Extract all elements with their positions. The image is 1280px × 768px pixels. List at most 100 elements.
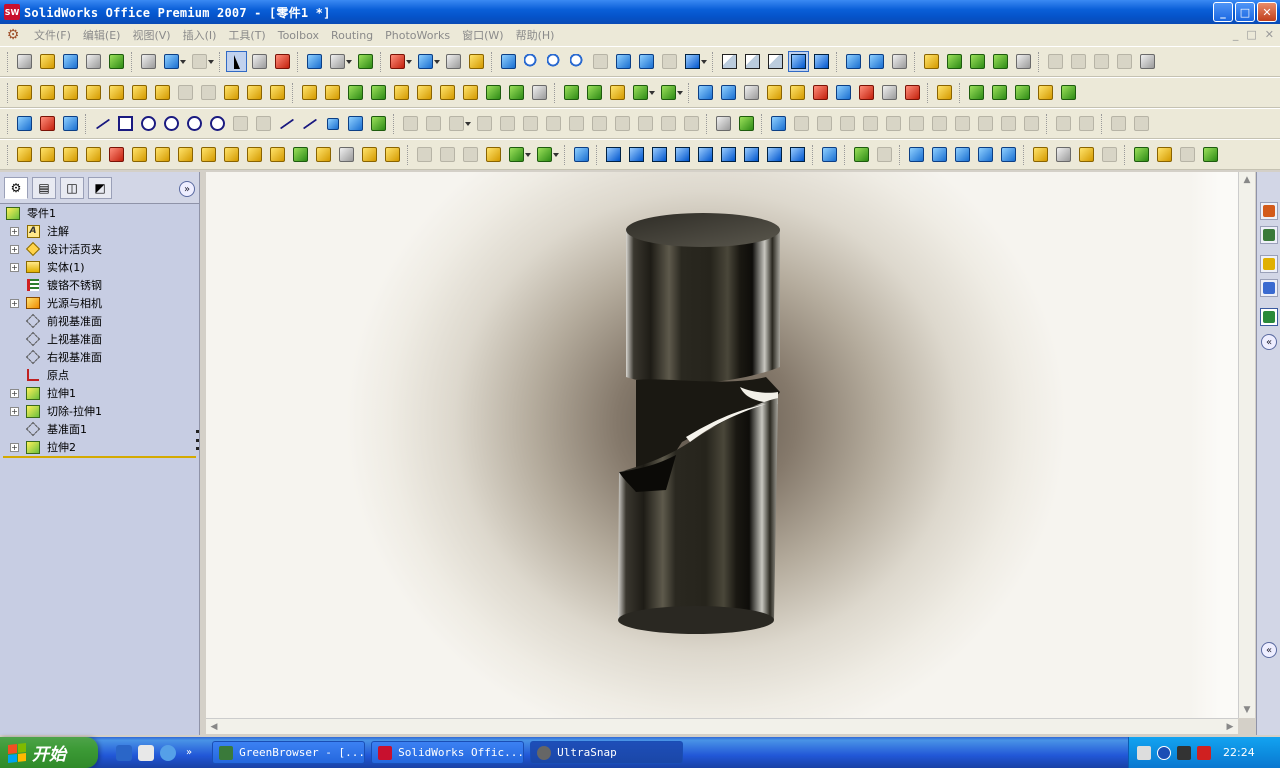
trim-extend-icon[interactable] bbox=[1012, 82, 1033, 103]
save-icon[interactable] bbox=[60, 51, 81, 72]
offset-entities-icon[interactable] bbox=[446, 113, 471, 134]
convert-entities-icon[interactable] bbox=[345, 113, 366, 134]
chamfer-icon[interactable] bbox=[244, 82, 265, 103]
menu-window[interactable]: 窗口(W) bbox=[456, 27, 509, 43]
axis-visibility-icon[interactable] bbox=[944, 51, 965, 72]
welded-corner-icon[interactable] bbox=[952, 113, 973, 134]
move-entities-icon[interactable] bbox=[566, 113, 587, 134]
ellipse-icon[interactable] bbox=[658, 113, 679, 134]
repair-sketch-icon[interactable] bbox=[713, 113, 734, 134]
menu-view[interactable]: 视图(V) bbox=[126, 27, 176, 43]
render-to-file-icon[interactable] bbox=[906, 144, 927, 165]
render-region-icon[interactable] bbox=[874, 144, 895, 165]
mid-surface-icon[interactable] bbox=[267, 144, 288, 165]
shadows-icon[interactable] bbox=[843, 51, 864, 72]
surface-tool-icon[interactable] bbox=[1091, 51, 1112, 72]
close-button[interactable]: ✕ bbox=[1257, 2, 1277, 22]
display-relations-icon[interactable] bbox=[423, 113, 444, 134]
photoworks-items-tab-icon[interactable] bbox=[1260, 308, 1278, 326]
revolved-surface-icon[interactable] bbox=[37, 144, 58, 165]
hidden-lines-removed-icon[interactable] bbox=[765, 51, 786, 72]
thicken-icon[interactable] bbox=[437, 144, 458, 165]
hem-icon[interactable] bbox=[860, 113, 881, 134]
surface-tool-icon[interactable] bbox=[1068, 51, 1089, 72]
top-view-icon[interactable] bbox=[695, 144, 716, 165]
materials-icon[interactable] bbox=[929, 144, 950, 165]
roll-view-icon[interactable] bbox=[659, 51, 680, 72]
expand-icon[interactable]: + bbox=[10, 388, 19, 398]
planar-surface-icon[interactable] bbox=[129, 144, 150, 165]
menu-edit[interactable]: 编辑(E) bbox=[77, 27, 127, 43]
graphics-area[interactable] bbox=[206, 172, 1238, 718]
instant3d-icon[interactable] bbox=[355, 51, 376, 72]
trim-entities-icon[interactable] bbox=[474, 113, 495, 134]
antivirus-icon[interactable] bbox=[1197, 745, 1211, 760]
centerpoint-arc-icon[interactable] bbox=[161, 113, 182, 134]
boundary-cut-icon[interactable] bbox=[198, 82, 219, 103]
toolbox-icon[interactable] bbox=[1131, 144, 1152, 165]
miter-flange-icon[interactable] bbox=[837, 113, 858, 134]
radiate-surface-icon[interactable] bbox=[198, 144, 219, 165]
untrim-surface-icon[interactable] bbox=[382, 144, 403, 165]
structural-member-icon[interactable] bbox=[989, 82, 1010, 103]
previous-view-icon[interactable] bbox=[498, 51, 519, 72]
rotate-view-icon[interactable] bbox=[613, 51, 634, 72]
trim-surface-icon[interactable] bbox=[359, 144, 380, 165]
tree-item-front-plane[interactable]: 前视基准面 bbox=[0, 312, 196, 330]
hole-wizard-icon[interactable] bbox=[437, 82, 458, 103]
photoworks-disabled-icon[interactable] bbox=[1099, 144, 1120, 165]
keyboard-icon[interactable] bbox=[1137, 745, 1151, 760]
undo-icon[interactable] bbox=[161, 51, 186, 72]
photoworks-options-icon[interactable] bbox=[1030, 144, 1051, 165]
solidworks-resources-icon[interactable] bbox=[1260, 202, 1278, 220]
scroll-up-arrow-icon[interactable]: ▲ bbox=[1239, 172, 1255, 188]
point-icon[interactable] bbox=[322, 113, 343, 134]
toolbox-browser-icon[interactable] bbox=[1154, 144, 1175, 165]
sketch-icon[interactable] bbox=[14, 113, 35, 134]
cut-with-surface-icon[interactable] bbox=[483, 144, 504, 165]
select-filter-icon[interactable] bbox=[249, 51, 270, 72]
mold-tools-icon[interactable] bbox=[934, 82, 955, 103]
photoworks-studio-icon[interactable] bbox=[1053, 144, 1074, 165]
rectangle-icon[interactable] bbox=[115, 113, 136, 134]
grid-icon[interactable] bbox=[304, 51, 325, 72]
closed-corner-icon[interactable] bbox=[929, 113, 950, 134]
tree-item-right-plane[interactable]: 右视基准面 bbox=[0, 348, 196, 366]
sketch-picture-icon[interactable] bbox=[368, 113, 389, 134]
doc-close-button[interactable]: ✕ bbox=[1265, 28, 1274, 41]
delete-face-icon[interactable] bbox=[290, 144, 311, 165]
window-layout-icon[interactable] bbox=[415, 51, 440, 72]
collapse-task-pane-bottom-icon[interactable]: « bbox=[1261, 642, 1277, 658]
draft-icon[interactable] bbox=[299, 82, 320, 103]
zoom-in-out-icon[interactable] bbox=[567, 51, 588, 72]
surface-tool-icon[interactable] bbox=[1045, 51, 1066, 72]
standard-views-icon[interactable] bbox=[682, 51, 707, 72]
extend-surface-icon[interactable] bbox=[336, 144, 357, 165]
edge-flange-icon[interactable] bbox=[814, 113, 835, 134]
bottom-view-icon[interactable] bbox=[718, 144, 739, 165]
section-view-icon[interactable] bbox=[866, 51, 887, 72]
toolbar-grip[interactable] bbox=[7, 51, 10, 72]
reference-geometry-icon[interactable] bbox=[630, 82, 655, 103]
expand-icon[interactable]: + bbox=[10, 226, 19, 236]
tree-item-design-binder[interactable]: + 设计活页夹 bbox=[0, 240, 196, 258]
tree-item-origin[interactable]: 原点 bbox=[0, 366, 196, 384]
sheet-metal-icon[interactable] bbox=[768, 113, 789, 134]
menu-help[interactable]: 帮助(H) bbox=[510, 27, 561, 43]
equations-icon[interactable] bbox=[810, 82, 831, 103]
expand-icon[interactable]: + bbox=[10, 262, 19, 272]
spell-check-icon[interactable] bbox=[695, 82, 716, 103]
toolbar-grip[interactable] bbox=[7, 144, 10, 165]
photoworks-icon[interactable] bbox=[1137, 51, 1158, 72]
doc-restore-button[interactable]: □ bbox=[1246, 28, 1256, 41]
options-icon[interactable] bbox=[387, 51, 412, 72]
split-entities-icon[interactable] bbox=[520, 113, 541, 134]
start-button[interactable]: 开始 bbox=[0, 737, 98, 768]
thicken-cut-icon[interactable] bbox=[460, 144, 481, 165]
lighting-icon[interactable] bbox=[998, 144, 1019, 165]
sketch-options-icon[interactable] bbox=[327, 51, 352, 72]
clock[interactable]: 22:24 bbox=[1223, 746, 1255, 759]
doc-minimize-button[interactable]: _ bbox=[1233, 28, 1239, 41]
vertical-scrollbar[interactable]: ▲ ▼ bbox=[1238, 172, 1255, 718]
expand-icon[interactable]: + bbox=[10, 442, 19, 452]
